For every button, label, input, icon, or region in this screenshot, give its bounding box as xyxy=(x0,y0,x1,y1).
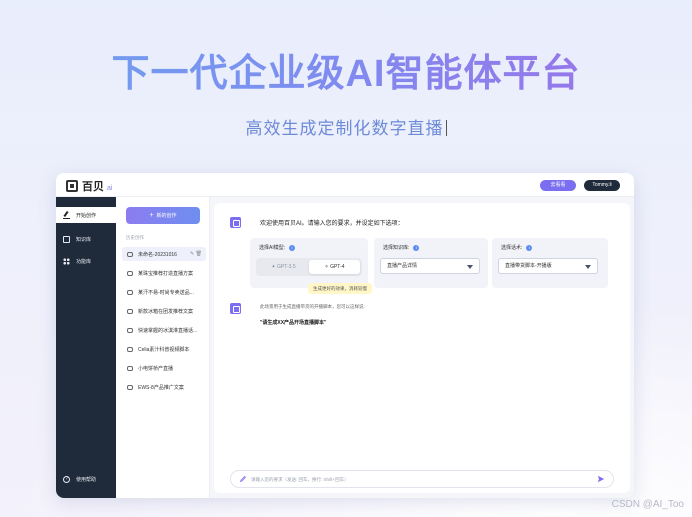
edit-icon xyxy=(63,212,70,219)
sidebar-item-label: 功能库 xyxy=(76,258,92,265)
list-item[interactable]: 新款冰箱在团发推荐文案 xyxy=(122,304,206,318)
chevron-down-icon xyxy=(585,265,591,269)
plus-icon: + xyxy=(149,212,154,219)
hero-title: 下一代企业级AI智能体平台 xyxy=(0,42,692,97)
model-toggle: ✦ GPT-3.5 ✧ GPT-4 xyxy=(256,258,362,276)
model-option-label: 选择AI模型: xyxy=(259,245,286,251)
list-item[interactable]: 快速掌握的冰淇淋直播话... xyxy=(122,323,206,337)
app-logo[interactable]: 百贝 ai xyxy=(66,178,112,194)
sidebar: 开始创作 知识库 功能库 ? 使用帮助 xyxy=(56,197,116,498)
scenario-hint: 此场景用于生成直播带货的开播脚本，您可以这样说: xyxy=(260,304,365,309)
prompt-input[interactable] xyxy=(251,474,591,485)
knowledge-select-value: 直播产品详情 xyxy=(387,263,418,269)
new-creation-label: 新的创作 xyxy=(156,213,177,219)
chevron-down-icon xyxy=(467,265,473,269)
chat-area: 欢迎使用百贝AI。请输入您的要求，并设定如下选项： 选择AI模型: i ✦ GP… xyxy=(210,197,634,498)
list-item-label: 小电饼桥产直播 xyxy=(138,365,174,372)
top-bar: 百贝 ai 去看看 Tommy.li xyxy=(56,173,634,197)
history-section-label: 历史创作 xyxy=(126,235,144,240)
send-icon[interactable] xyxy=(597,475,605,483)
knowledge-select[interactable]: 直播产品详情 xyxy=(380,258,480,274)
model-option-card: 选择AI模型: i ✦ GPT-3.5 ✧ GPT-4 xyxy=(250,238,368,288)
chat-bubble-icon xyxy=(127,251,133,257)
template-option-card: 选择话术: i 直播带货脚本-开播版 xyxy=(492,238,608,288)
history-panel: + 新的创作 历史创作 未命名-20231016 ✎ 🗑 某珠宝推荐打造直播方案… xyxy=(116,197,210,498)
info-icon[interactable]: i xyxy=(413,244,420,251)
list-item-label: 某汗不易-时尚专卖送品... xyxy=(138,289,194,296)
sidebar-item-knowledge[interactable]: 知识库 xyxy=(56,231,116,247)
delete-icon[interactable]: 🗑 xyxy=(196,251,202,257)
list-item-label: 未命名-20231016 xyxy=(138,251,177,258)
chat-bubble-icon xyxy=(127,365,133,371)
knowledge-option-card: 选择知识库: i 直播产品详情 xyxy=(374,238,488,288)
user-menu-button[interactable]: Tommy.li xyxy=(584,180,620,191)
list-item[interactable]: 某汗不易-时尚专卖送品... xyxy=(122,285,206,299)
list-item[interactable]: EWS-8产品推广文案 xyxy=(122,380,206,394)
logo-icon xyxy=(66,180,78,192)
chat-bubble-icon xyxy=(127,327,133,333)
hero-subtitle: 高效生成定制化数字直播 xyxy=(0,114,692,139)
model-tooltip: 生成更好的效果，消耗较慢 xyxy=(308,283,372,294)
sidebar-item-label: 使用帮助 xyxy=(76,476,97,483)
sidebar-item-label: 开始创作 xyxy=(76,212,97,219)
template-option-title: 选择话术: i xyxy=(501,244,533,251)
list-item-label: 快速掌握的冰淇淋直播话... xyxy=(138,327,198,334)
new-creation-button[interactable]: + 新的创作 xyxy=(126,207,200,224)
list-item-label: 某珠宝推荐打造直播方案 xyxy=(138,270,194,277)
app-window: 百贝 ai 去看看 Tommy.li 开始创作 知识库 功能库 ? 使用帮助 +… xyxy=(56,173,634,498)
chat-panel: 欢迎使用百贝AI。请输入您的要求，并设定如下选项： 选择AI模型: i ✦ GP… xyxy=(214,203,630,493)
grid-icon xyxy=(63,257,70,265)
chat-bubble-icon xyxy=(127,308,133,314)
template-select[interactable]: 直播带货脚本-开播版 xyxy=(498,258,598,274)
knowledge-option-label: 选择知识库: xyxy=(383,245,410,251)
prompt-input-bar xyxy=(230,470,614,488)
info-icon[interactable]: i xyxy=(526,244,533,251)
template-select-value: 直播带货脚本-开播版 xyxy=(505,263,552,269)
watermark: CSDN @AI_Too xyxy=(611,499,684,510)
model-option-gpt4[interactable]: ✧ GPT-4 xyxy=(309,260,360,274)
text-caret xyxy=(445,120,447,136)
list-item-label: Celia素汁科普视频脚本 xyxy=(138,346,190,353)
model-option-gpt4-label: GPT-4 xyxy=(330,264,345,270)
go-see-button[interactable]: 去看看 xyxy=(540,180,576,191)
help-icon: ? xyxy=(63,475,70,483)
chat-bubble-icon xyxy=(127,289,133,295)
rename-icon[interactable]: ✎ xyxy=(190,251,194,257)
sidebar-item-create[interactable]: 开始创作 xyxy=(56,207,116,223)
logo-text: 百贝 xyxy=(82,181,104,193)
knowledge-option-title: 选择知识库: i xyxy=(383,244,420,251)
template-option-label: 选择话术: xyxy=(501,245,523,251)
list-item[interactable]: 未命名-20231016 ✎ 🗑 xyxy=(122,247,206,261)
model-option-title: 选择AI模型: i xyxy=(259,244,296,251)
model-option-gpt35-label: GPT-3.5 xyxy=(276,264,296,270)
list-item-label: 新款冰箱在团发推荐文案 xyxy=(138,308,194,315)
sidebar-item-help[interactable]: ? 使用帮助 xyxy=(56,471,116,487)
pen-icon xyxy=(239,476,246,483)
logo-suffix: ai xyxy=(107,184,113,192)
chat-bubble-icon xyxy=(127,346,133,352)
sidebar-item-label: 知识库 xyxy=(76,236,92,243)
chat-bubble-icon xyxy=(127,270,133,276)
bot-avatar-icon xyxy=(230,303,241,314)
list-item-label: EWS-8产品推广文案 xyxy=(138,384,184,391)
list-item[interactable]: Celia素汁科普视频脚本 xyxy=(122,342,206,356)
bot-avatar-icon xyxy=(230,217,241,228)
example-prompt[interactable]: "请生成XX产品开场直播脚本" xyxy=(260,319,326,326)
book-icon xyxy=(63,235,70,243)
item-actions: ✎ 🗑 xyxy=(190,251,202,257)
welcome-message: 欢迎使用百贝AI。请输入您的要求，并设定如下选项： xyxy=(260,221,404,227)
list-item[interactable]: 某珠宝推荐打造直播方案 xyxy=(122,266,206,280)
model-option-gpt35[interactable]: ✦ GPT-3.5 xyxy=(258,260,309,274)
chat-bubble-icon xyxy=(127,384,133,390)
sidebar-item-features[interactable]: 功能库 xyxy=(56,253,116,269)
hero-subtitle-text: 高效生成定制化数字直播 xyxy=(245,119,444,138)
info-icon[interactable]: i xyxy=(289,244,296,251)
list-item[interactable]: 小电饼桥产直播 xyxy=(122,361,206,375)
